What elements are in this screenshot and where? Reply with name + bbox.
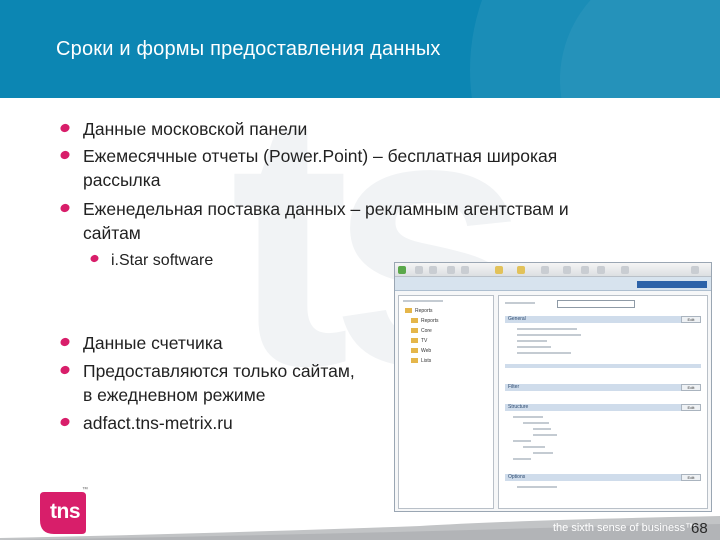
favorites-icon [517,266,525,274]
property-line [523,446,545,448]
section-header: Options [505,474,701,481]
logo-text: tns [50,500,81,523]
bullet-dot-icon [59,122,71,134]
tree-item: Reports [405,308,433,315]
logo-trademark: ™ [82,487,88,493]
tree-item: Core [411,328,432,335]
bullet-text: i.Star software [111,252,214,269]
tree-item: Lists [411,358,431,365]
toolbar-icon [691,266,699,274]
property-line [517,340,547,342]
tree-item: TV [411,338,427,345]
report-properties-panel: General Edit Filter Edit Structure Edit … [498,295,708,509]
bullet-text: рассылка [83,170,161,190]
report-select [557,300,635,308]
property-line [513,458,531,460]
tree-item: Web [411,348,431,355]
bullet-text: в ежедневном режиме [83,385,266,405]
property-line [533,428,551,430]
tree-item: Reports [411,318,439,325]
folder-icon [411,328,418,334]
edit-button: Edit [681,316,701,323]
banner-menu [637,281,707,288]
property-line [533,452,553,454]
bullet-dot-icon [59,364,71,376]
bullet-continuation: в ежедневном режиме [83,382,265,408]
bullet-dot-icon [59,336,71,348]
toolbar-icon [447,266,455,274]
property-line [533,434,557,436]
section-header: Filter [505,384,701,391]
bullet-item: Предоставляются только сайтам, [59,358,355,384]
bullet-dot-icon [59,202,71,214]
bullet-item: Данные московской панели [59,116,308,142]
bullet-text: Ежемесячные отчеты (Power.Point) – беспл… [83,146,558,166]
bullet-text: Данные московской панели [83,119,308,139]
bullet-item: Еженедельная поставка данных – рекламным… [59,196,569,222]
folder-icon [411,318,418,324]
screenshot-banner [395,277,711,291]
folder-icon [411,358,418,364]
slide-footer: the sixth sense of business™ 68 [0,516,720,540]
toolbar-icon [597,266,605,274]
folder-icon [405,308,412,314]
bullet-continuation: сайтам [83,220,141,246]
toolbar-icon [563,266,571,274]
toolbar-icon [541,266,549,274]
search-icon [495,266,503,274]
property-line [517,328,577,330]
bullet-dot-icon [89,253,100,264]
bullet-text: Предоставляются только сайтам, [83,361,355,381]
section-header: Structure [505,404,701,411]
bullet-text: Еженедельная поставка данных – рекламным… [83,199,569,219]
bullet-text: сайтам [83,223,141,243]
folder-icon [411,348,418,354]
divider [505,364,701,368]
screenshot-toolbar [395,263,711,277]
edit-button: Edit [681,384,701,391]
toolbar-icon [581,266,589,274]
panel-caption [403,300,443,302]
toolbar-icon [415,266,423,274]
bullet-item: Ежемесячные отчеты (Power.Point) – беспл… [59,143,558,169]
back-icon [398,266,406,274]
property-line [523,422,549,424]
sub-bullet-item: i.Star software [89,248,214,274]
bullet-dot-icon [59,149,71,161]
toolbar-icon [621,266,629,274]
property-line [517,334,581,336]
property-line [517,352,571,354]
edit-button: Edit [681,474,701,481]
bullet-continuation: рассылка [83,167,161,193]
edit-button: Edit [681,404,701,411]
toolbar-icon [429,266,437,274]
bullet-item: Данные счетчика [59,330,223,356]
property-line [513,440,531,442]
bullet-text: Данные счетчика [83,333,223,353]
bullet-dot-icon [59,416,71,428]
property-line [513,416,543,418]
section-header: General [505,316,701,323]
bullet-text: adfact.tns-metrix.ru [83,413,233,433]
report-label [505,302,535,304]
footer-tagline: the sixth sense of business™ [553,522,697,534]
istar-software-screenshot: Reports Reports Core TV Web Lists Genera… [394,262,712,512]
page-number: 68 [691,520,708,537]
bullet-item: adfact.tns-metrix.ru [59,410,233,436]
property-line [517,486,557,488]
report-tree-panel: Reports Reports Core TV Web Lists [398,295,494,509]
property-line [517,346,551,348]
toolbar-icon [461,266,469,274]
folder-icon [411,338,418,344]
